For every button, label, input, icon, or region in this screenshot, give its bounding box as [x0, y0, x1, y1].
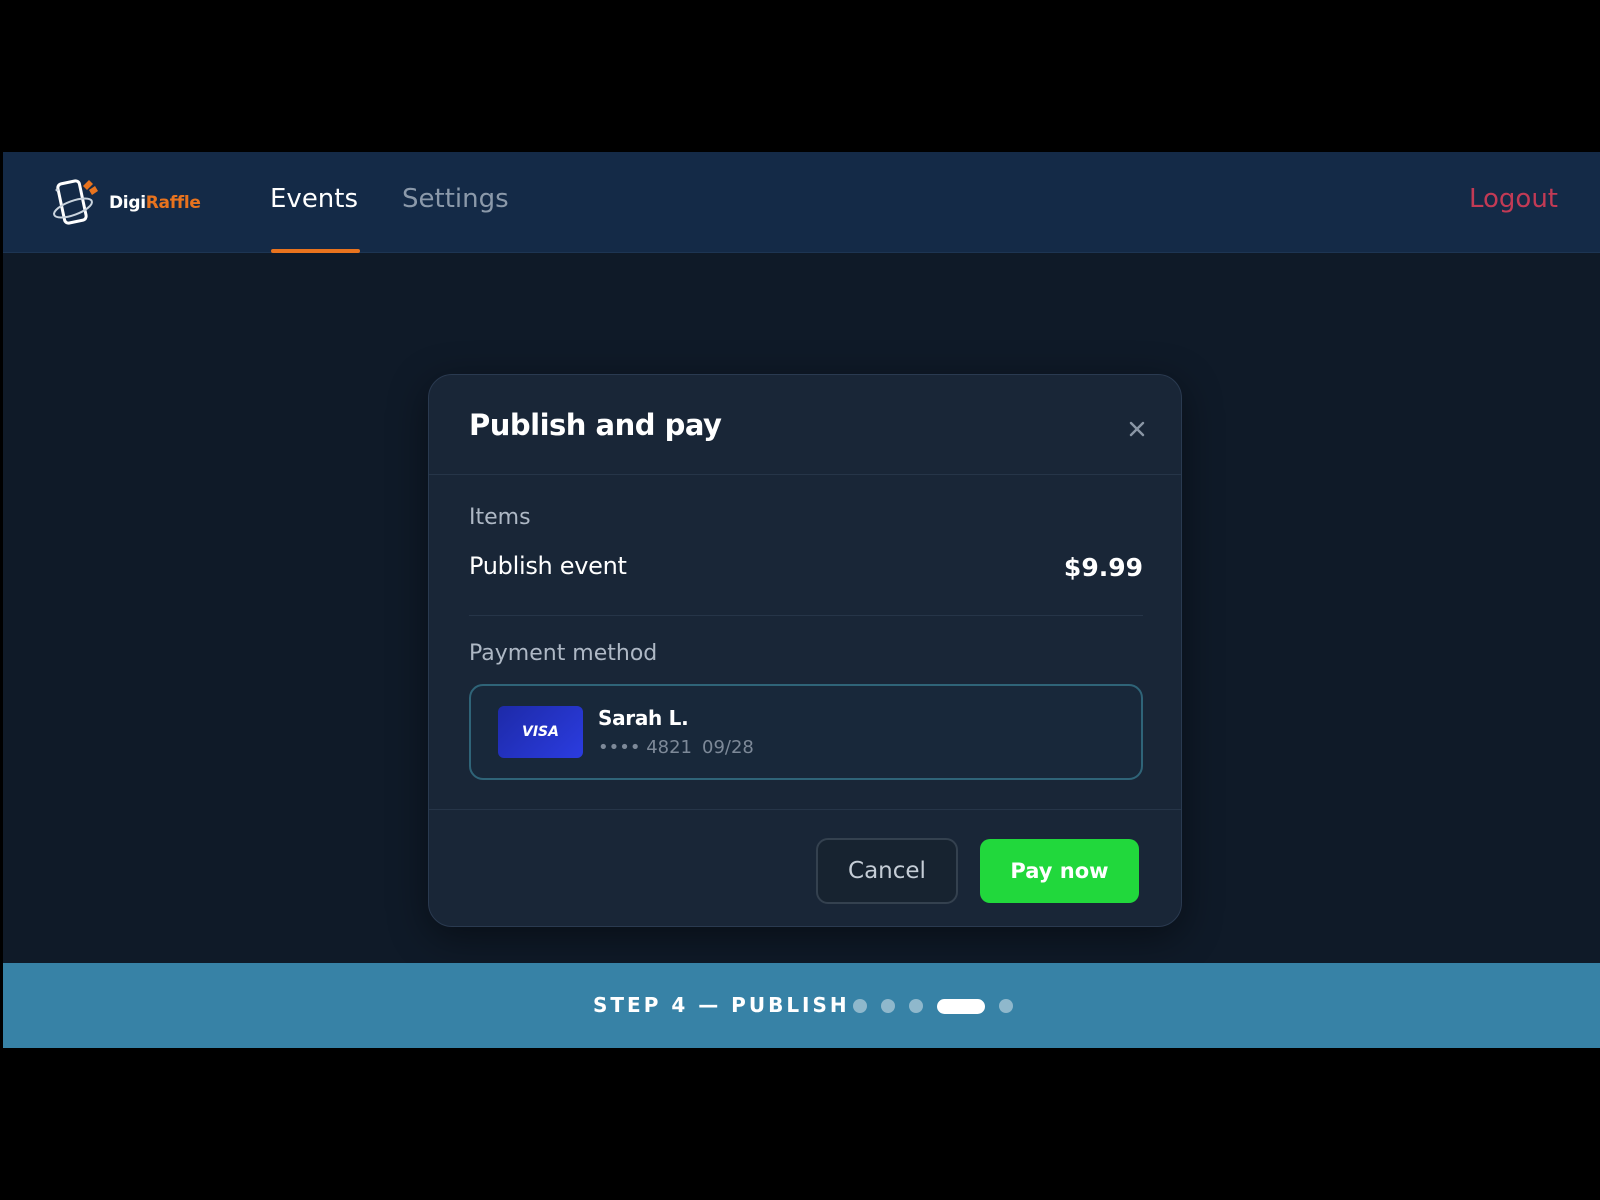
card-masked-number: •••• 4821	[598, 737, 692, 758]
visa-card-icon: VISA	[498, 706, 583, 758]
step-progress-bar: STEP 4 — PUBLISH	[3, 963, 1600, 1048]
payment-card-option[interactable]: VISA Sarah L. •••• 4821 09/28	[469, 684, 1143, 780]
tab-settings[interactable]: Settings	[402, 184, 509, 253]
card-holder-name: Sarah L.	[598, 706, 689, 730]
modal-title: Publish and pay	[469, 408, 722, 442]
step-dot[interactable]	[881, 999, 895, 1013]
app-screen: DigiRaffle Events Settings Logout Publis…	[3, 152, 1600, 1048]
app-logo[interactable]: DigiRaffle	[49, 172, 209, 234]
publish-and-pay-modal: Publish and pay Items Publish event $9.9…	[428, 374, 1182, 927]
step-dot[interactable]	[853, 999, 867, 1013]
logo-wordmark: DigiRaffle	[109, 193, 201, 213]
close-icon	[1129, 421, 1145, 437]
section-divider	[469, 615, 1143, 616]
logo-text-accent: Raffle	[145, 193, 201, 213]
logo-text-primary: Digi	[109, 193, 146, 213]
modal-header: Publish and pay	[429, 375, 1181, 475]
logout-link[interactable]: Logout	[1469, 184, 1558, 214]
card-expiry: 09/28	[702, 737, 754, 758]
pay-now-button[interactable]: Pay now	[980, 839, 1139, 903]
step-dot[interactable]	[909, 999, 923, 1013]
step-dot[interactable]	[999, 999, 1013, 1013]
close-button[interactable]	[1127, 419, 1147, 439]
cancel-button[interactable]: Cancel	[816, 838, 958, 904]
step-label: STEP 4 — PUBLISH	[593, 993, 850, 1017]
step-dot-active[interactable]	[937, 998, 985, 1014]
modal-footer-divider	[429, 809, 1181, 810]
phone-raffle-logo-icon	[53, 179, 98, 225]
top-navigation-bar: DigiRaffle Events Settings Logout	[3, 152, 1600, 253]
tab-events[interactable]: Events	[270, 184, 361, 253]
line-item-name: Publish event	[469, 552, 627, 580]
card-details: •••• 4821 09/28	[598, 737, 754, 758]
step-indicator-dots	[853, 998, 1027, 1014]
payment-method-label: Payment method	[469, 641, 658, 666]
line-item-price: $9.99	[1063, 553, 1143, 582]
items-section-label: Items	[469, 505, 531, 530]
